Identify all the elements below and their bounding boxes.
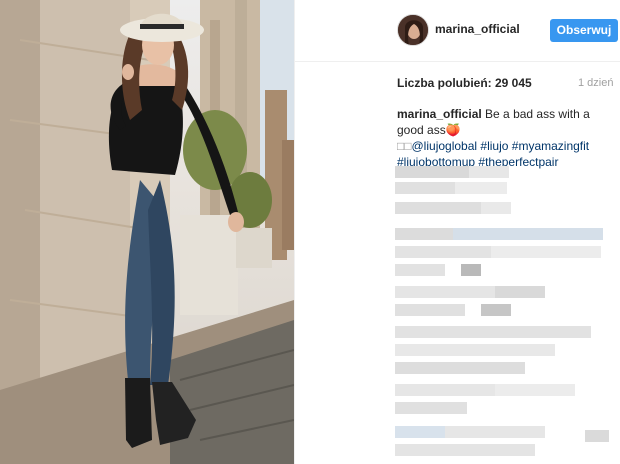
post-time[interactable]: 1 dzień — [578, 77, 613, 89]
post-photo[interactable] — [0, 0, 294, 464]
blurred-comment-block — [395, 202, 481, 214]
blurred-comment-block — [395, 304, 465, 316]
hashtag-liujoglobal[interactable]: @liujoglobal — [412, 139, 478, 153]
blurred-comment-block — [495, 286, 545, 298]
post-header: marina_official Obserwuj — [295, 0, 620, 62]
blurred-comment-block — [395, 344, 555, 356]
pixelated-comments — [395, 166, 615, 464]
post-caption: marina_official Be a bad ass with a good… — [397, 106, 615, 170]
caption-text-line1: Be a bad ass with a — [485, 107, 590, 121]
profile-photo-icon — [398, 15, 428, 45]
blurred-comment-block — [395, 166, 469, 178]
blurred-comment-block — [395, 264, 445, 276]
avatar[interactable] — [397, 14, 429, 46]
blurred-comment-block — [455, 182, 507, 194]
blurred-comment-block — [491, 246, 601, 258]
blurred-comment-block — [395, 326, 591, 338]
caption-garbled-glyphs: □□ — [397, 139, 412, 153]
blurred-comment-block — [461, 264, 481, 276]
hashtag-myamazingfit[interactable]: #myamazingfit — [512, 139, 589, 153]
peach-emoji-icon: 🍑 — [445, 123, 461, 137]
blurred-comment-block — [395, 384, 495, 396]
blurred-comment-block — [395, 444, 535, 456]
likes-count[interactable]: Liczba polubień: 29 045 — [397, 76, 532, 90]
blurred-comment-block — [395, 402, 467, 414]
caption-author-link[interactable]: marina_official — [397, 107, 482, 121]
follow-button[interactable]: Obserwuj — [550, 19, 618, 42]
blurred-comment-block — [481, 304, 511, 316]
blurred-comment-block — [481, 202, 511, 214]
blurred-comment-block — [395, 286, 495, 298]
caption-text-line2: good ass — [397, 123, 446, 137]
post-sidebar: marina_official Obserwuj Liczba polubień… — [294, 0, 620, 464]
post-photo-illustration — [0, 0, 294, 464]
blurred-comment-block — [469, 166, 509, 178]
blurred-comment-block — [395, 182, 455, 194]
likes-row: Liczba polubień: 29 045 1 dzień — [295, 76, 620, 92]
blurred-comment-block — [395, 362, 525, 374]
blurred-comment-block — [453, 228, 603, 240]
hashtag-liujo[interactable]: #liujo — [480, 139, 508, 153]
blurred-comment-block — [445, 426, 545, 438]
blurred-comment-block — [395, 426, 445, 438]
blurred-comment-block — [495, 384, 575, 396]
blurred-comment-block — [395, 228, 453, 240]
author-username-link[interactable]: marina_official — [435, 22, 520, 36]
blurred-comment-block — [395, 246, 491, 258]
blurred-comment-block — [585, 430, 609, 442]
